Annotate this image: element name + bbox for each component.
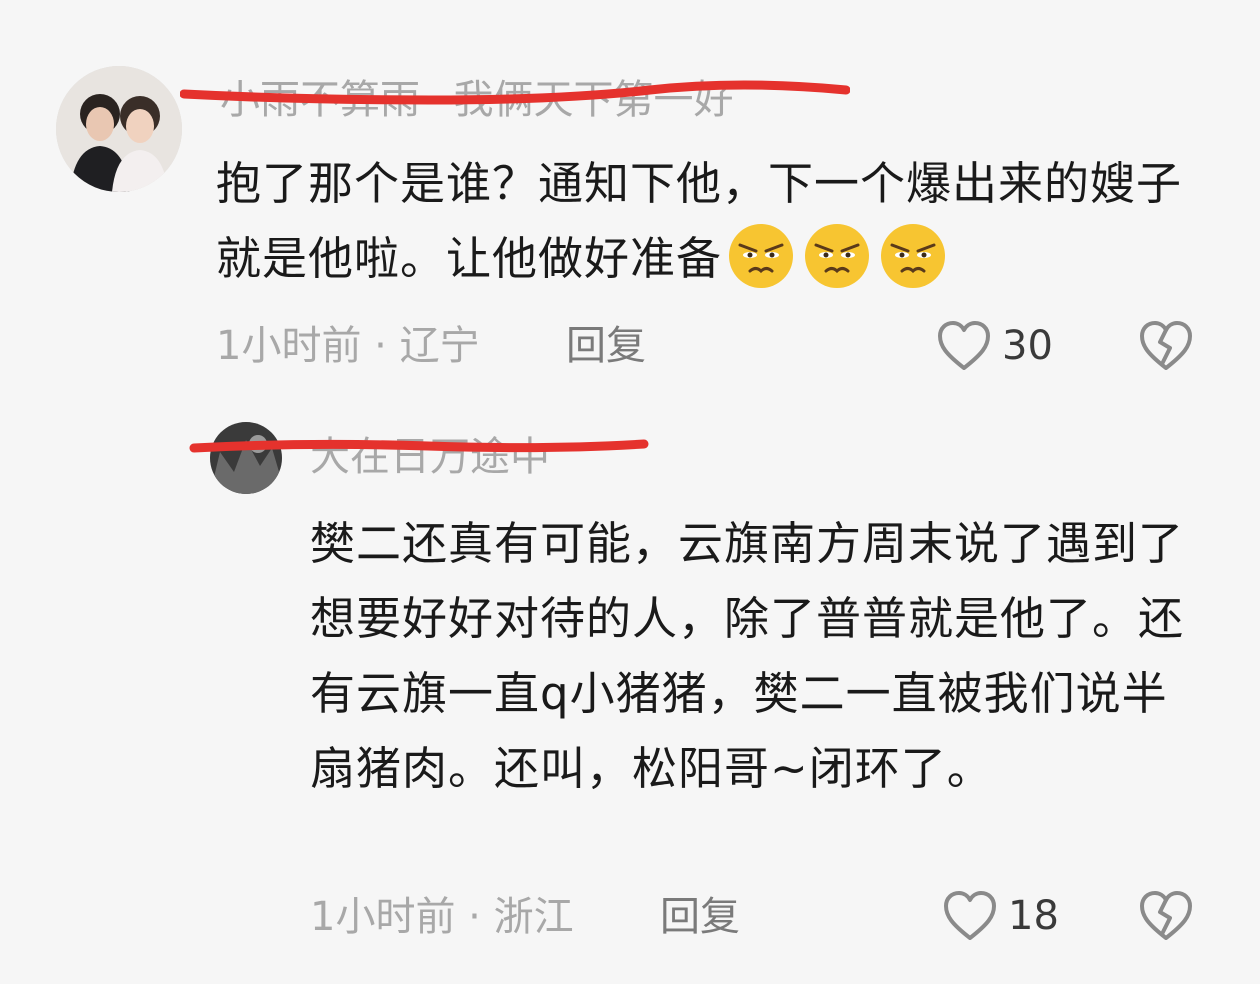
avatar[interactable] bbox=[56, 66, 182, 192]
emoji-group bbox=[726, 221, 948, 291]
username[interactable]: 小雨不算雨~我俩天下第一好 bbox=[220, 80, 734, 120]
comment-meta: 1小时前 · 辽宁 bbox=[216, 326, 480, 366]
like-button[interactable]: 30 bbox=[936, 320, 1053, 372]
reply-button[interactable]: 回复 bbox=[566, 326, 646, 366]
smirk-face-emoji-icon bbox=[881, 224, 946, 288]
like-count: 30 bbox=[1002, 323, 1053, 369]
smirk-face-emoji-icon bbox=[805, 224, 870, 288]
avatar-photo bbox=[56, 66, 182, 192]
timestamp: 1小时前 bbox=[310, 894, 456, 940]
comment-text-content: 抱了那个是谁？通知下他，下一个爆出来的嫂子就是他啦。让他做好准备 bbox=[216, 157, 1183, 285]
meta-separator: · bbox=[468, 894, 481, 940]
timestamp: 1小时前 bbox=[216, 323, 362, 369]
avatar[interactable] bbox=[210, 422, 282, 494]
like-count: 18 bbox=[1008, 893, 1059, 939]
location: 辽宁 bbox=[399, 323, 480, 369]
broken-heart-icon bbox=[1140, 321, 1192, 370]
username[interactable]: 大在日万途中 bbox=[310, 437, 550, 477]
broken-heart-icon bbox=[1140, 891, 1192, 940]
heart-outline-icon bbox=[944, 891, 996, 940]
comment-text: 抱了那个是谁？通知下他，下一个爆出来的嫂子就是他啦。让他做好准备 bbox=[216, 146, 1216, 297]
reply-button[interactable]: 回复 bbox=[660, 897, 740, 937]
location: 浙江 bbox=[493, 894, 574, 940]
heart-outline-icon bbox=[938, 321, 990, 370]
dislike-button[interactable] bbox=[1138, 890, 1194, 946]
smirk-face-emoji-icon bbox=[729, 224, 794, 288]
comment-meta: 1小时前 · 浙江 bbox=[310, 897, 574, 937]
comment-text: 樊二还真有可能，云旗南方周末说了遇到了想要好好对待的人，除了普普就是他了。还有云… bbox=[310, 517, 1185, 795]
avatar-photo bbox=[210, 422, 282, 494]
dislike-button[interactable] bbox=[1138, 320, 1194, 376]
meta-separator: · bbox=[374, 323, 387, 369]
like-button[interactable]: 18 bbox=[942, 890, 1059, 942]
